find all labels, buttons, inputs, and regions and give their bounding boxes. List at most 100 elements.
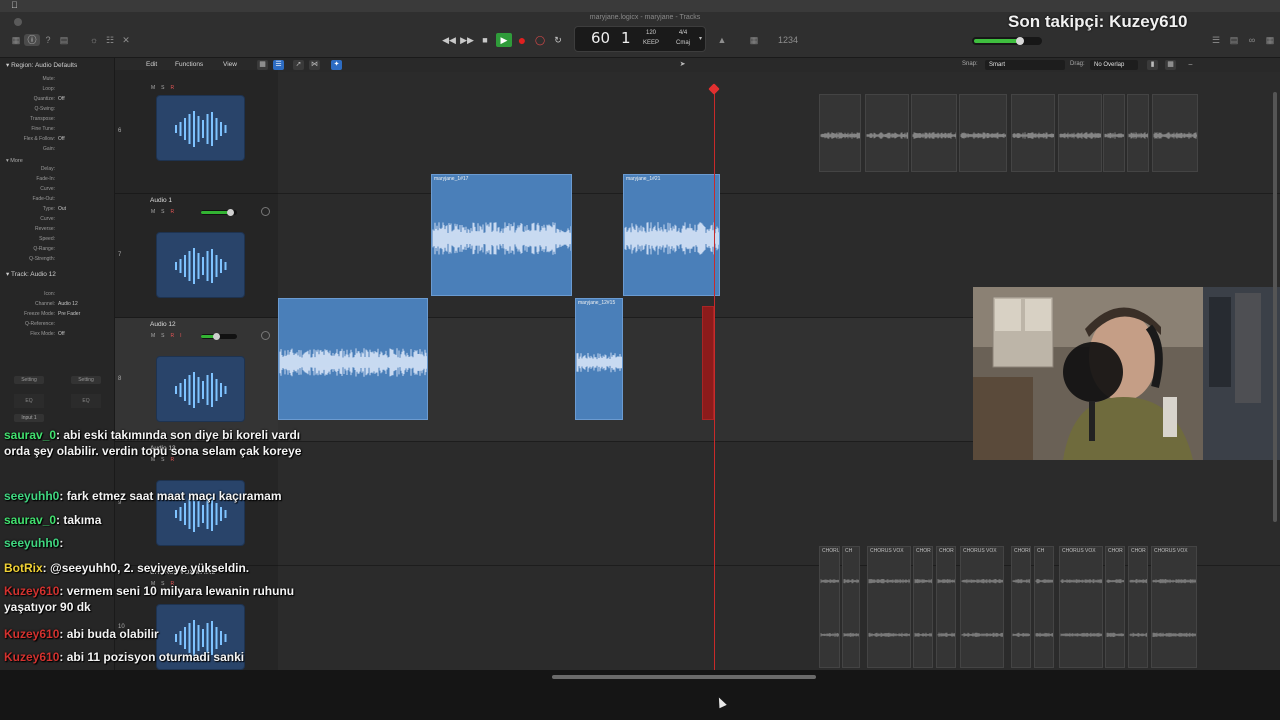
inspector-row[interactable]: Icon: (0, 291, 115, 301)
view-menu[interactable]: View (223, 61, 237, 68)
inspector-row[interactable]: Reverse: (0, 226, 115, 236)
track-m-button[interactable]: M (151, 209, 155, 215)
chat-username[interactable]: seeyuhh0 (4, 489, 59, 503)
audio-region[interactable]: CHORUS VOX (960, 546, 1004, 668)
list-view-icon[interactable]: ☰ (273, 60, 284, 70)
audio-region[interactable] (1127, 94, 1149, 172)
inspector-row[interactable]: Speed: (0, 236, 115, 246)
list-editors-icon[interactable]: ▦ (746, 34, 762, 46)
channel-setting-left[interactable]: Setting (14, 376, 44, 384)
audio-region[interactable]: CHORUS VOX (1059, 546, 1103, 668)
master-volume-slider[interactable] (972, 37, 1042, 45)
inspector-row[interactable]: Fade-Out: (0, 196, 115, 206)
snap-select[interactable]: Smart (985, 60, 1065, 70)
chat-username[interactable]: seeyuhh0 (4, 536, 59, 550)
quick-help-icon[interactable]: ? (40, 34, 56, 46)
forward-button[interactable]: ▶▶ (459, 33, 475, 47)
editors-icon[interactable]: ✕ (118, 34, 134, 46)
audio-region[interactable] (1011, 94, 1055, 172)
lcd-chevron-icon[interactable]: ▾ (699, 35, 702, 42)
notes-icon[interactable]: ▤ (1226, 34, 1242, 46)
track-r-button[interactable]: R (171, 209, 175, 215)
inspector-row[interactable]: Q-Strength: (0, 256, 115, 266)
vertical-scrollbar[interactable] (1273, 92, 1277, 522)
chat-username[interactable]: saurav_0 (4, 428, 56, 442)
list-icon[interactable]: ☰ (1208, 34, 1224, 46)
audio-region[interactable]: CH (1034, 546, 1054, 668)
stop-button[interactable]: ■ (477, 33, 493, 47)
inspector-row[interactable]: Quantize: Off (0, 96, 115, 106)
toolbar-icon[interactable]: ▤ (56, 34, 72, 46)
recording-region[interactable] (702, 306, 714, 420)
inspector-row[interactable]: Transpose: (0, 116, 115, 126)
capture-record-button[interactable]: ◯ (532, 33, 548, 47)
drag-select[interactable]: No Overlap (1090, 60, 1138, 70)
inspector-row[interactable]: Curve: (0, 216, 115, 226)
track-r-button[interactable]: R (171, 333, 175, 339)
window-close-button[interactable] (14, 18, 22, 26)
eq-thumb-right[interactable]: EQ (71, 394, 101, 408)
audio-region[interactable] (1152, 94, 1198, 172)
inspector-row[interactable]: Q-Swing: (0, 106, 115, 116)
library-icon[interactable]: ▦ (8, 34, 24, 46)
audio-region[interactable] (819, 94, 861, 172)
audio-region[interactable]: CHORUS VOX (867, 546, 911, 668)
track-m-button[interactable]: M (151, 85, 155, 91)
track-s-button[interactable]: S (161, 209, 164, 215)
inspector-row[interactable]: Fine Tune: (0, 126, 115, 136)
audio-region[interactable] (1103, 94, 1125, 172)
inspector-row[interactable]: Channel: Audio 12 (0, 301, 115, 311)
audio-region[interactable]: maryjane_1#21 (623, 174, 720, 296)
track-m-button[interactable]: M (151, 333, 155, 339)
param-value[interactable]: Off (58, 331, 65, 337)
chat-username[interactable]: saurav_0 (4, 513, 56, 527)
chat-username[interactable]: Kuzey610 (4, 584, 59, 598)
horizontal-scrollbar[interactable] (552, 675, 816, 679)
automation-icon[interactable]: ✦ (331, 60, 342, 70)
region-inspector-header[interactable]: ▾ Region: Audio Defaults (0, 60, 115, 72)
audio-region[interactable] (911, 94, 957, 172)
browser-icon[interactable]: ▦ (1262, 34, 1278, 46)
audio-region[interactable]: CHORUS (819, 546, 840, 668)
waveform-zoom-icon[interactable]: ▮ (1147, 60, 1158, 70)
loops-icon[interactable]: ∞ (1244, 34, 1260, 46)
inspector-icon[interactable]: ⓘ (24, 34, 40, 46)
inspector-row[interactable]: Type: Out (0, 206, 115, 216)
audio-region[interactable]: maryjane_1#17 (431, 174, 572, 296)
track-volume-slider[interactable] (201, 209, 237, 216)
inspector-row[interactable]: Curve: (0, 186, 115, 196)
lcd-display[interactable]: 60 1 120 KEEP 4/4 Cmaj ▾ (574, 26, 706, 52)
inspector-row[interactable]: Q-Reference: (0, 321, 115, 331)
grid-view-icon[interactable]: ▦ (257, 60, 268, 70)
track-header[interactable]: 9 Audio 13 M S R (115, 442, 278, 566)
metronome-icon[interactable]: ▲ (714, 34, 730, 46)
track-volume-slider[interactable] (201, 333, 237, 340)
rewind-button[interactable]: ◀◀ (441, 33, 457, 47)
inspector-row[interactable]: Q-Range: (0, 246, 115, 256)
channel-setting-right[interactable]: Setting (71, 376, 101, 384)
track-s-button[interactable]: S (161, 333, 164, 339)
playhead[interactable] (714, 86, 715, 670)
audio-region[interactable]: CHOR (1128, 546, 1148, 668)
audio-region[interactable]: CHORUS (1011, 546, 1031, 668)
track-header[interactable]: 6 MS R (115, 70, 278, 194)
track-inspector-header[interactable]: ▾ Track: Audio 12 (0, 269, 115, 281)
smart-controls-icon[interactable]: ☼ (86, 34, 102, 46)
inspector-row[interactable]: Mute: (0, 76, 115, 86)
audio-region[interactable] (278, 298, 428, 420)
track-s-button[interactable]: S (161, 85, 164, 91)
inspector-row[interactable]: Fade-In: (0, 176, 115, 186)
param-value[interactable]: Out (58, 206, 66, 212)
chat-username[interactable]: BotRix (4, 561, 43, 575)
audio-region[interactable]: maryjane_12#15 (575, 298, 623, 420)
edit-menu[interactable]: Edit (146, 61, 157, 68)
track-pan-knob[interactable] (261, 207, 270, 216)
audio-region[interactable] (1058, 94, 1102, 172)
track-name[interactable]: Audio 1 (150, 197, 172, 204)
param-value[interactable]: Off (58, 136, 65, 142)
record-button[interactable]: ● (514, 33, 530, 47)
inspector-row[interactable]: Loop: (0, 86, 115, 96)
input-slot[interactable]: Input 1 (14, 414, 44, 422)
chat-username[interactable]: Kuzey610 (4, 650, 59, 664)
count-in-icon[interactable]: 1234 (778, 34, 798, 46)
